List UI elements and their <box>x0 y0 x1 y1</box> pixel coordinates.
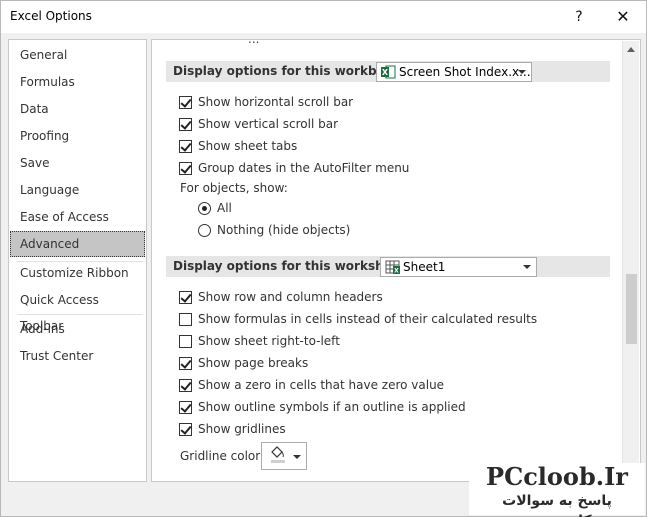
watermark: PCcloob.Ir پاسخ به سوالات کامپیوتری <box>469 462 645 517</box>
checkbox[interactable] <box>179 379 192 392</box>
nav-item-formulas[interactable]: Formulas <box>10 69 145 95</box>
option-show-gridlines[interactable]: Show gridlines <box>179 420 599 438</box>
gridline-color-label: Gridline color <box>180 449 261 463</box>
watermark-site: PCcloob.Ir <box>486 462 628 491</box>
advanced-options-panel: ... Display options for this workbook: X… <box>151 39 641 482</box>
nav-item-quick-access-toolbar[interactable]: Quick Access Toolbar <box>10 287 145 333</box>
option-show-sheet-tabs[interactable]: Show sheet tabs <box>179 137 479 155</box>
gridline-color-picker[interactable] <box>261 442 307 470</box>
checkbox[interactable] <box>179 162 192 175</box>
option-group-dates-autofilter[interactable]: Group dates in the AutoFilter menu <box>179 159 479 177</box>
nav-item-advanced[interactable]: Advanced <box>10 231 145 257</box>
chevron-down-icon <box>523 265 531 269</box>
svg-text:X: X <box>382 68 389 77</box>
nav-item-language[interactable]: Language <box>10 177 145 203</box>
nav-item-data[interactable]: Data <box>10 96 145 122</box>
option-label: Nothing (hide objects) <box>217 223 351 237</box>
option-show-horizontal-scroll-bar[interactable]: Show horizontal scroll bar <box>179 93 479 111</box>
workbook-section-label: Display options for this workbook: <box>173 64 406 78</box>
nav-item-save[interactable]: Save <box>10 150 145 176</box>
chevron-down-icon <box>518 70 526 74</box>
option-label: Group dates in the AutoFilter menu <box>198 161 410 175</box>
scrollbar-thumb[interactable] <box>626 274 637 344</box>
checkbox[interactable] <box>179 140 192 153</box>
option-label: Show sheet right-to-left <box>198 334 340 348</box>
option-show-page-breaks[interactable]: Show page breaks <box>179 354 599 372</box>
nav-separator <box>17 314 143 315</box>
option-show-outline-symbols[interactable]: Show outline symbols if an outline is ap… <box>179 398 599 416</box>
option-show-sheet-right-to-left[interactable]: Show sheet right-to-left <box>179 332 599 350</box>
checkbox[interactable] <box>179 313 192 326</box>
nav-item-customize-ribbon[interactable]: Customize Ribbon <box>10 260 145 286</box>
sheet-grid-icon: X <box>385 260 400 274</box>
radio-button[interactable] <box>198 202 211 215</box>
objects-label: For objects, show: <box>180 181 288 195</box>
worksheet-display-section-header: Display options for this worksheet: X Sh… <box>166 256 610 277</box>
option-label: Show outline symbols if an outline is ap… <box>198 400 466 414</box>
option-label: Show page breaks <box>198 356 309 370</box>
option-label: All <box>217 201 232 215</box>
worksheet-select[interactable]: X Sheet1 <box>380 257 537 277</box>
option-show-formulas[interactable]: Show formulas in cells instead of their … <box>179 310 599 328</box>
nav-item-ease-of-access[interactable]: Ease of Access <box>10 204 145 230</box>
option-label: Show horizontal scroll bar <box>198 95 354 109</box>
checkbox[interactable] <box>179 401 192 414</box>
checkbox[interactable] <box>179 423 192 436</box>
radio-objects-all[interactable]: All <box>198 199 398 217</box>
close-button[interactable]: ✕ <box>607 5 639 29</box>
workbook-select-value: Screen Shot Index.x... <box>399 65 531 79</box>
radio-button[interactable] <box>198 224 211 237</box>
vertical-scrollbar[interactable] <box>622 41 639 480</box>
svg-text:X: X <box>394 268 399 275</box>
checkbox[interactable] <box>179 357 192 370</box>
nav-item-add-ins[interactable]: Add-ins <box>10 316 145 342</box>
option-label: Show formulas in cells instead of their … <box>198 312 538 326</box>
option-label: Show vertical scroll bar <box>198 117 338 131</box>
checkbox[interactable] <box>179 291 192 304</box>
nav-item-proofing[interactable]: Proofing <box>10 123 145 149</box>
option-label: Show row and column headers <box>198 290 383 304</box>
help-button[interactable]: ? <box>563 5 595 29</box>
checkbox[interactable] <box>179 96 192 109</box>
checkbox[interactable] <box>179 118 192 131</box>
worksheet-select-value: Sheet1 <box>403 260 446 274</box>
option-show-row-column-headers[interactable]: Show row and column headers <box>179 288 599 306</box>
option-label: Show sheet tabs <box>198 139 298 153</box>
options-nav: General Formulas Data Proofing Save Lang… <box>8 39 147 482</box>
excel-file-icon: X <box>381 65 396 79</box>
option-show-vertical-scroll-bar[interactable]: Show vertical scroll bar <box>179 115 479 133</box>
title-bar: Excel Options ? ✕ <box>1 1 646 33</box>
worksheet-section-label: Display options for this worksheet: <box>173 259 411 273</box>
option-label: Show gridlines <box>198 422 286 436</box>
excel-options-dialog: Excel Options ? ✕ General Formulas Data … <box>0 0 647 517</box>
checkbox[interactable] <box>179 335 192 348</box>
dialog-title: Excel Options <box>10 9 92 23</box>
nav-item-general[interactable]: General <box>10 42 145 68</box>
scroll-up-arrow-icon[interactable] <box>627 47 635 52</box>
watermark-tagline: پاسخ به سوالات کامپیوتری <box>502 493 612 517</box>
workbook-display-section-header: Display options for this workbook: X Scr… <box>166 61 610 82</box>
radio-objects-nothing[interactable]: Nothing (hide objects) <box>198 221 398 239</box>
option-show-zero-in-cells[interactable]: Show a zero in cells that have zero valu… <box>179 376 599 394</box>
workbook-select[interactable]: X Screen Shot Index.x... <box>376 62 532 82</box>
clipped-heading: ... <box>248 39 260 46</box>
nav-item-trust-center[interactable]: Trust Center <box>10 343 145 369</box>
paint-bucket-icon <box>271 446 301 463</box>
option-label: Show a zero in cells that have zero valu… <box>198 378 445 392</box>
